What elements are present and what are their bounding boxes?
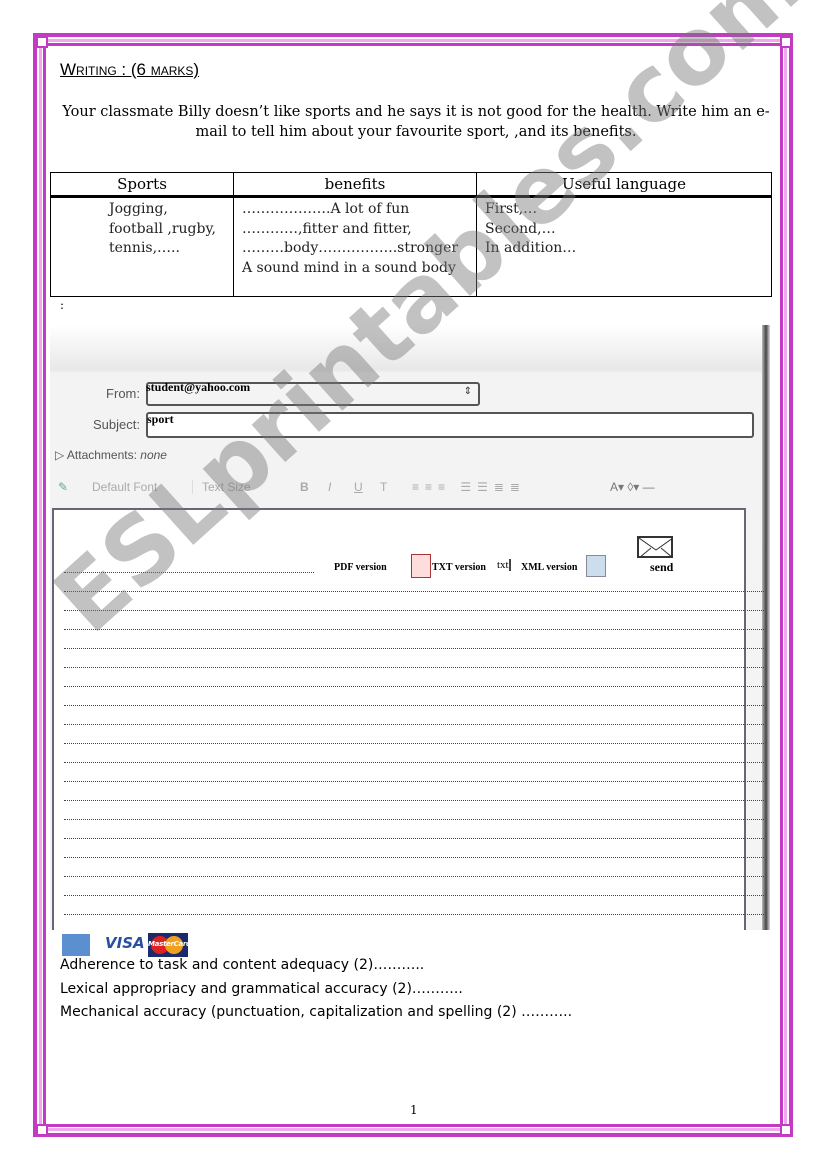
send-button[interactable]: send bbox=[650, 560, 673, 575]
from-label: From: bbox=[106, 386, 140, 401]
subject-label: Subject: bbox=[93, 417, 140, 432]
spellcheck-icon[interactable]: ✎ bbox=[58, 480, 68, 494]
visa-logo: VISA bbox=[105, 934, 145, 952]
mastercard-text: MasterCard bbox=[148, 940, 188, 948]
section-title: Writing : (6 marks) bbox=[60, 60, 200, 79]
cell-line: Jogging, bbox=[109, 201, 168, 217]
writing-line[interactable] bbox=[64, 914, 764, 915]
page-number: 1 bbox=[410, 1103, 418, 1117]
header-sports: Sports bbox=[50, 172, 234, 198]
writing-line[interactable] bbox=[64, 838, 764, 839]
pdf-icon[interactable] bbox=[411, 554, 431, 578]
writing-line[interactable] bbox=[64, 781, 764, 782]
criterion-3: Mechanical accuracy (punctuation, capita… bbox=[60, 1004, 573, 1020]
header-benefits: benefits bbox=[233, 172, 477, 198]
strike-button[interactable]: T bbox=[380, 480, 387, 494]
mastercard-logo: MasterCard bbox=[148, 933, 188, 957]
worksheet-page: Writing : (6 marks) Your classmate Billy… bbox=[0, 0, 826, 1169]
corner-ornament bbox=[780, 1124, 792, 1136]
envelope-icon[interactable] bbox=[637, 536, 673, 558]
colon-mark: : bbox=[60, 298, 65, 312]
txt-icon[interactable]: txt bbox=[497, 559, 511, 571]
cell-line: football ,rugby, bbox=[109, 220, 216, 237]
attachments-toggle[interactable]: ▷ Attachments: none bbox=[55, 448, 167, 462]
writing-line[interactable] bbox=[64, 895, 764, 896]
writing-line[interactable] bbox=[64, 648, 764, 649]
sports-cell: Jogging, football ,rugby, tennis,….. bbox=[50, 196, 234, 297]
writing-line[interactable] bbox=[64, 819, 764, 820]
underline-button[interactable]: U bbox=[354, 480, 363, 494]
text-color-icon[interactable]: A▾ ◊▾ — bbox=[610, 480, 655, 494]
writing-line[interactable] bbox=[64, 857, 764, 858]
writing-line[interactable] bbox=[64, 800, 764, 801]
align-buttons[interactable]: ≡≡≡ ☰☰≣≣ bbox=[412, 480, 526, 494]
criterion-2: Lexical appropriacy and grammatical accu… bbox=[60, 981, 463, 997]
txt-link[interactable]: TXT version bbox=[432, 562, 486, 573]
writing-line[interactable] bbox=[64, 876, 764, 877]
window-edge bbox=[762, 325, 770, 930]
writing-line[interactable] bbox=[64, 686, 764, 687]
corner-ornament bbox=[36, 1124, 48, 1136]
writing-line[interactable] bbox=[64, 724, 764, 725]
attachments-label: Attachments: bbox=[66, 448, 137, 462]
writing-line[interactable] bbox=[64, 762, 764, 763]
criterion-1: Adherence to task and content adequacy (… bbox=[60, 957, 425, 973]
writing-line[interactable] bbox=[64, 629, 764, 630]
cell-line: tennis,….. bbox=[109, 240, 180, 256]
xml-icon[interactable] bbox=[586, 555, 606, 577]
xml-link[interactable]: XML version bbox=[521, 562, 577, 573]
amex-logo bbox=[62, 934, 90, 956]
writing-line[interactable] bbox=[64, 705, 764, 706]
italic-button[interactable]: I bbox=[328, 480, 331, 494]
triangle-right-icon: ▷ bbox=[55, 448, 65, 462]
corner-ornament bbox=[36, 36, 48, 48]
subject-value: sport bbox=[147, 412, 174, 426]
bold-button[interactable]: B bbox=[300, 480, 309, 494]
select-arrows-icon: ⇕ bbox=[463, 386, 472, 397]
pdf-link[interactable]: PDF version bbox=[334, 562, 387, 573]
email-compose-window: From: ⇕ student@yahoo.com Subject: sport… bbox=[50, 325, 770, 930]
writing-line[interactable] bbox=[64, 743, 764, 744]
writing-line[interactable] bbox=[64, 667, 764, 668]
writing-line[interactable] bbox=[64, 610, 764, 611]
